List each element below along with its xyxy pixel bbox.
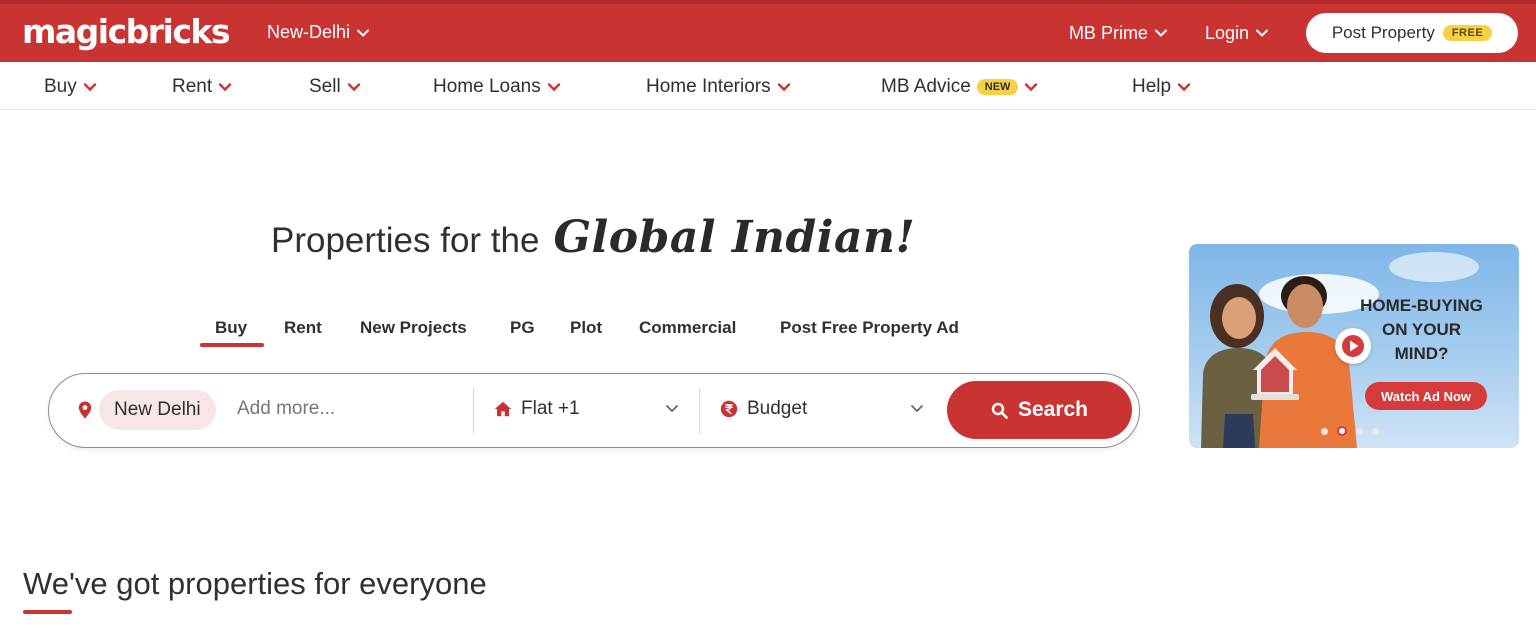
tab-plot[interactable]: Plot — [570, 318, 602, 338]
chevron-down-icon — [1025, 83, 1038, 92]
chevron-down-icon — [83, 83, 96, 92]
nav-item-label: MB Advice — [881, 76, 971, 97]
nav-item-home-interiors[interactable]: Home Interiors — [646, 76, 791, 98]
tab-new-projects[interactable]: New Projects — [360, 318, 467, 338]
new-badge: NEW — [976, 79, 1019, 95]
nav-item-rent[interactable]: Rent — [172, 76, 232, 98]
nav-item-label: Home Loans — [433, 76, 541, 97]
ad-headline: HOME-BUYING ON YOUR MIND? — [1339, 294, 1504, 366]
location-pin-icon — [78, 401, 92, 419]
ad-line: MIND? — [1394, 344, 1449, 363]
nav-item-label: Help — [1132, 76, 1172, 97]
divider — [473, 388, 474, 434]
tab-commercial[interactable]: Commercial — [639, 318, 736, 338]
carousel-dot[interactable] — [1356, 427, 1363, 435]
nav-item-label: Sell — [309, 76, 341, 97]
property-type-select[interactable]: Flat +1 — [494, 398, 580, 420]
nav-item-home-loans[interactable]: Home Loans — [433, 76, 561, 98]
chevron-down-icon — [1256, 29, 1268, 37]
nav-item-sell[interactable]: Sell — [309, 76, 361, 98]
top-header-bar: magicbricks New-Delhi MB Prime Login Pos… — [0, 0, 1536, 62]
chevron-down-icon — [218, 83, 232, 92]
tab-buy[interactable]: Buy — [215, 318, 247, 338]
chevron-down-icon[interactable] — [665, 404, 679, 413]
chevron-down-icon[interactable] — [910, 404, 924, 413]
watch-ad-button[interactable]: Watch Ad Now — [1365, 382, 1487, 410]
property-type-value: Flat +1 — [521, 398, 580, 419]
carousel-dot[interactable] — [1321, 427, 1328, 435]
chevron-down-icon — [357, 29, 370, 37]
chevron-down-icon — [1177, 83, 1191, 92]
search-button[interactable]: Search — [947, 381, 1132, 439]
location-chip[interactable]: New Delhi — [99, 390, 216, 430]
headline-plain-text: Properties for the — [271, 221, 540, 260]
divider — [699, 388, 700, 434]
chevron-down-icon — [347, 83, 360, 92]
budget-select[interactable]: Budget — [720, 398, 807, 420]
carousel-dot[interactable] — [1372, 427, 1379, 435]
city-label: New-Delhi — [267, 22, 351, 42]
section-title-underline — [23, 610, 72, 614]
search-icon — [991, 402, 1008, 419]
add-location-input[interactable] — [237, 398, 457, 420]
free-badge: FREE — [1442, 25, 1493, 41]
property-search-box: New Delhi Flat +1 Budget Search — [48, 373, 1140, 448]
nav-item-help[interactable]: Help — [1132, 76, 1191, 98]
home-icon — [494, 401, 512, 417]
chevron-down-icon — [1154, 29, 1167, 37]
city-selector[interactable]: New-Delhi — [267, 22, 370, 43]
main-nav: Buy Rent Sell Home Loans Home Interiors … — [0, 62, 1536, 110]
chevron-down-icon — [547, 83, 560, 92]
nav-item-buy[interactable]: Buy — [44, 76, 97, 98]
carousel-dots — [1321, 426, 1379, 436]
hero-headline: Properties for the Global Indian! — [271, 212, 915, 263]
tab-rent[interactable]: Rent — [284, 318, 322, 338]
tab-pg[interactable]: PG — [510, 318, 535, 338]
section-title: We've got properties for everyone — [23, 566, 487, 601]
post-property-button[interactable]: Post Property FREE — [1306, 13, 1518, 53]
active-tab-indicator — [200, 343, 264, 347]
mb-prime-label: MB Prime — [1068, 22, 1148, 43]
post-property-label: Post Property — [1331, 23, 1435, 42]
chevron-down-icon — [777, 83, 790, 92]
budget-value: Budget — [747, 398, 808, 419]
ad-line: ON YOUR — [1381, 320, 1462, 339]
search-button-label: Search — [1017, 398, 1089, 421]
carousel-dot-active[interactable] — [1337, 426, 1347, 436]
nav-item-label: Buy — [44, 76, 77, 97]
mb-prime-menu[interactable]: MB Prime — [1069, 23, 1167, 44]
login-label: Login — [1204, 22, 1249, 43]
tab-post-free-property-ad[interactable]: Post Free Property Ad — [780, 318, 959, 338]
rupee-icon — [720, 400, 738, 418]
nav-item-mb-advice[interactable]: MB Advice NEW — [881, 76, 1038, 98]
headline-script-text: Global Indian! — [553, 212, 916, 263]
nav-item-label: Home Interiors — [646, 76, 771, 97]
nav-item-label: Rent — [172, 76, 213, 97]
promo-ad-banner[interactable]: HOME-BUYING ON YOUR MIND? Watch Ad Now — [1189, 244, 1519, 448]
magicbricks-logo[interactable]: magicbricks — [22, 12, 231, 51]
login-menu[interactable]: Login — [1205, 23, 1268, 44]
ad-line: HOME-BUYING — [1360, 296, 1483, 315]
